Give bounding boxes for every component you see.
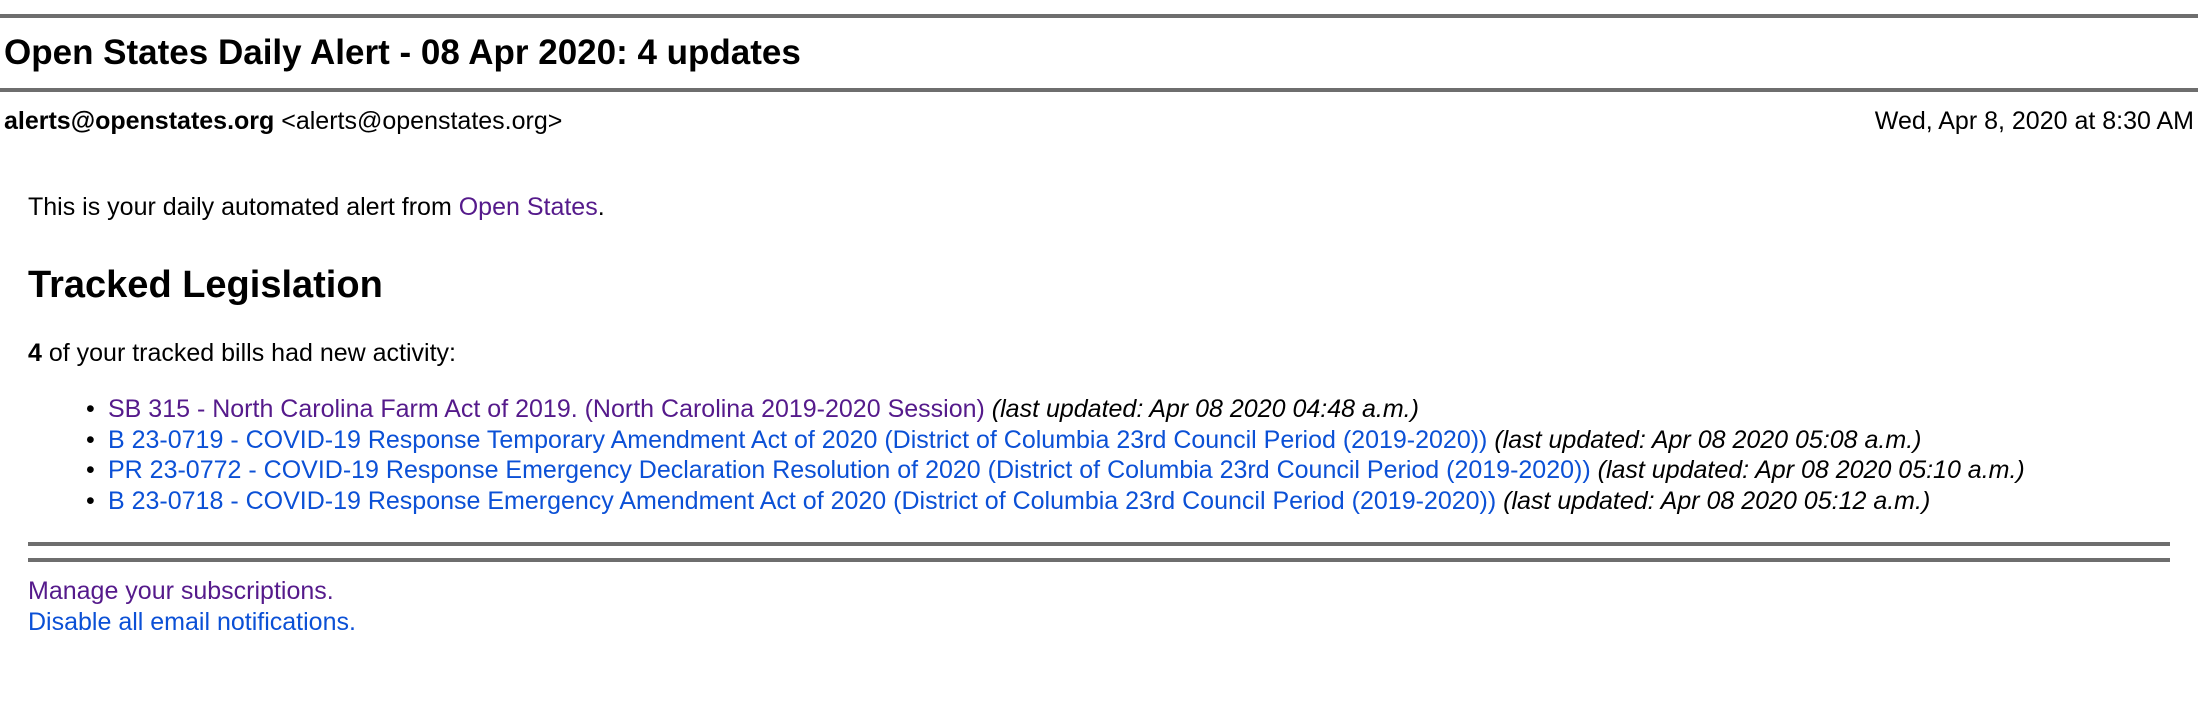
sender-line: alerts@openstates.org <alerts@openstates… (4, 104, 562, 138)
disable-notifications-link[interactable]: Disable all email notifications. (28, 607, 356, 638)
email-date: Wed, Apr 8, 2020 at 8:30 AM (1874, 107, 2194, 135)
open-states-link[interactable]: Open States (459, 193, 598, 221)
bill-link[interactable]: SB 315 - North Carolina Farm Act of 2019… (108, 395, 985, 423)
bill-updated: (last updated: Apr 08 2020 04:48 a.m.) (991, 395, 1419, 423)
list-item: • SB 315 - North Carolina Farm Act of 20… (86, 394, 2170, 425)
bill-updated: (last updated: Apr 08 2020 05:08 a.m.) (1494, 425, 1922, 454)
list-item: • PR 23-0772 - COVID-19 Response Emergen… (86, 455, 2170, 486)
intro-text: This is your daily automated alert from … (28, 190, 2170, 224)
header-divider (0, 88, 2198, 92)
footer-divider (28, 558, 2170, 562)
sender-address[interactable]: <alerts@openstates.org> (281, 107, 562, 135)
email-body: This is your daily automated alert from … (28, 190, 2170, 516)
bullet-icon: • (86, 425, 95, 454)
email-subject: Open States Daily Alert - 08 Apr 2020: 4… (4, 33, 801, 72)
sender-name[interactable]: alerts@openstates.org (4, 107, 274, 135)
section-heading: Tracked Legislation (28, 264, 383, 306)
footer-links: Manage your subscriptions. Disable all e… (28, 576, 356, 638)
activity-summary-text: of your tracked bills had new activity: (41, 339, 456, 367)
manage-subscriptions-link[interactable]: Manage your subscriptions. (28, 576, 356, 607)
bullet-icon: • (86, 486, 95, 515)
intro-suffix: . (597, 193, 605, 221)
intro-prefix: This is your daily automated alert from (28, 193, 459, 221)
top-divider (0, 14, 2198, 18)
bullet-icon: • (86, 456, 95, 484)
activity-summary: 4 of your tracked bills had new activity… (28, 336, 2170, 370)
bill-link[interactable]: B 23-0718 - COVID-19 Response Emergency … (108, 487, 1496, 515)
list-item: • B 23-0718 - COVID-19 Response Emergenc… (86, 486, 2170, 517)
bill-count: 4 (28, 339, 42, 367)
bill-link[interactable]: B 23-0719 - COVID-19 Response Temporary … (108, 426, 1487, 454)
bill-list: • SB 315 - North Carolina Farm Act of 20… (28, 394, 2170, 516)
bill-updated: (last updated: Apr 08 2020 05:10 a.m.) (1597, 456, 2025, 484)
bill-updated: (last updated: Apr 08 2020 05:12 a.m.) (1503, 486, 1931, 515)
bill-link[interactable]: PR 23-0772 - COVID-19 Response Emergency… (108, 456, 1591, 484)
bullet-icon: • (86, 395, 95, 423)
list-item: • B 23-0719 - COVID-19 Response Temporar… (86, 425, 2170, 456)
footer-divider (28, 542, 2170, 546)
